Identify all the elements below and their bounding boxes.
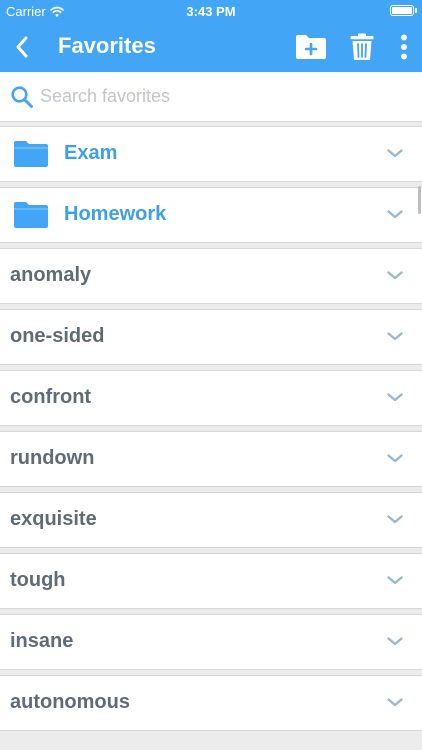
word-row[interactable]: confront [0, 370, 422, 426]
scroll-indicator[interactable] [418, 186, 421, 214]
chevron-down-icon [387, 515, 403, 524]
chevron-down-icon [387, 576, 403, 585]
chevron-down-icon [387, 454, 403, 463]
new-folder-button[interactable] [293, 28, 329, 66]
search-icon [11, 86, 33, 108]
page-title: Favorites [58, 33, 156, 58]
word-label: exquisite [10, 508, 97, 530]
new-folder-icon [296, 35, 326, 59]
chevron-down-icon [387, 149, 403, 158]
folder-icon [14, 141, 48, 167]
folder-label: Homework [64, 203, 167, 225]
favorites-list: Exam Homework anomaly one-sided confront [0, 126, 422, 736]
word-row[interactable]: autonomous [0, 675, 422, 731]
word-row[interactable]: insane [0, 614, 422, 670]
more-vertical-icon [401, 34, 407, 60]
word-row[interactable]: exquisite [0, 492, 422, 548]
nav-bar: Favorites [0, 22, 422, 72]
chevron-down-icon [387, 271, 403, 280]
chevron-down-icon [387, 393, 403, 402]
word-row[interactable]: anomaly [0, 248, 422, 304]
word-label: anomaly [10, 264, 92, 286]
word-label: autonomous [10, 691, 130, 713]
word-label: confront [10, 386, 92, 408]
word-label: one-sided [10, 325, 105, 347]
folder-icon [14, 202, 48, 228]
chevron-down-icon [387, 332, 403, 341]
search-bar [0, 72, 422, 122]
back-button[interactable] [6, 30, 38, 64]
back-arrow-icon [16, 36, 28, 58]
status-time: 3:43 PM [186, 4, 236, 19]
folder-label: Exam [64, 142, 118, 164]
folder-row-exam[interactable]: Exam [0, 126, 422, 182]
delete-button[interactable] [347, 28, 377, 66]
chevron-down-icon [387, 210, 403, 219]
more-options-button[interactable] [394, 28, 414, 66]
search-input[interactable] [40, 82, 410, 110]
status-bar: Carrier 3:43 PM [0, 0, 422, 22]
battery-icon [390, 5, 417, 16]
word-label: tough [10, 569, 66, 591]
trash-icon [350, 33, 374, 60]
folder-row-homework[interactable]: Homework [0, 187, 422, 243]
word-row[interactable]: tough [0, 553, 422, 609]
chevron-down-icon [387, 637, 403, 646]
word-row[interactable]: rundown [0, 431, 422, 487]
chevron-down-icon [387, 698, 403, 707]
word-label: insane [10, 630, 74, 652]
word-label: rundown [10, 447, 95, 469]
word-row[interactable]: one-sided [0, 309, 422, 365]
